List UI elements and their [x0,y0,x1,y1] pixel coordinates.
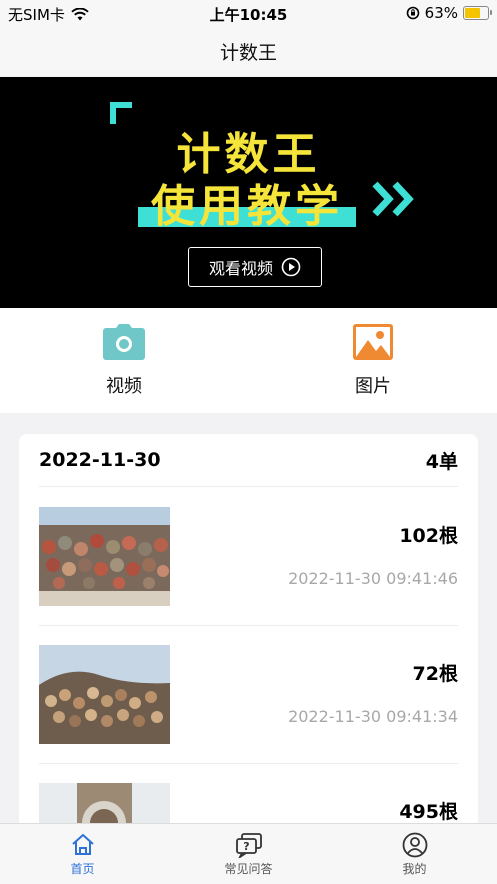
group-date: 2022-11-30 [39,449,161,471]
profile-icon [402,832,427,858]
record-quantity: 72根 [412,663,458,685]
record-item[interactable]: 102根 2022-11-30 09:41:46 [39,487,458,626]
image-action-button[interactable]: 图片 [249,308,497,413]
tab-home-label: 首页 [70,862,95,876]
record-quantity: 495根 [399,801,458,823]
tab-faq[interactable]: ? 常见问答 [166,824,331,884]
page-title: 计数王 [219,41,277,64]
tab-bar: 首页 ? 常见问答 我的 [0,823,497,884]
record-quantity: 102根 [399,525,458,547]
record-time: 2022-11-30 09:41:46 [288,569,458,588]
log-pile-thumbnail [39,507,170,606]
records-card: 2022-11-30 4单 102根 2022-11-30 09:41:46 7… [19,434,478,854]
record-item[interactable]: 72根 2022-11-30 09:41:34 [39,625,458,764]
tab-faq-label: 常见问答 [224,862,273,876]
double-chevron-icon [372,181,414,217]
play-icon [281,257,301,277]
group-count: 4单 [425,450,458,473]
log-pile-thumbnail [39,645,170,744]
watch-video-button[interactable]: 观看视频 [188,247,322,287]
image-action-label: 图片 [355,376,391,397]
home-icon [71,834,94,855]
video-action-label: 视频 [106,376,142,397]
record-time: 2022-11-30 09:41:34 [288,707,458,726]
watch-video-label: 观看视频 [208,259,273,278]
tab-home[interactable]: 首页 [0,824,165,884]
nav-bar: 计数王 [0,26,497,76]
battery-percent: 63% [424,4,458,22]
tab-profile[interactable]: 我的 [332,824,497,884]
rotation-lock-icon [406,6,419,20]
image-icon [353,324,393,360]
svg-text:?: ? [243,840,249,853]
banner-title-line2: 使用教学 [151,181,343,232]
tab-profile-label: 我的 [402,862,427,876]
battery-icon [463,6,492,20]
faq-icon: ? [235,833,262,858]
action-row: 视频 图片 [0,308,497,413]
battery-level [465,8,481,18]
camera-icon [103,324,145,360]
group-header: 2022-11-30 4单 [39,434,458,487]
status-bar: 无SIM卡 上午10:45 63% [0,0,497,26]
video-action-button[interactable]: 视频 [0,308,248,413]
